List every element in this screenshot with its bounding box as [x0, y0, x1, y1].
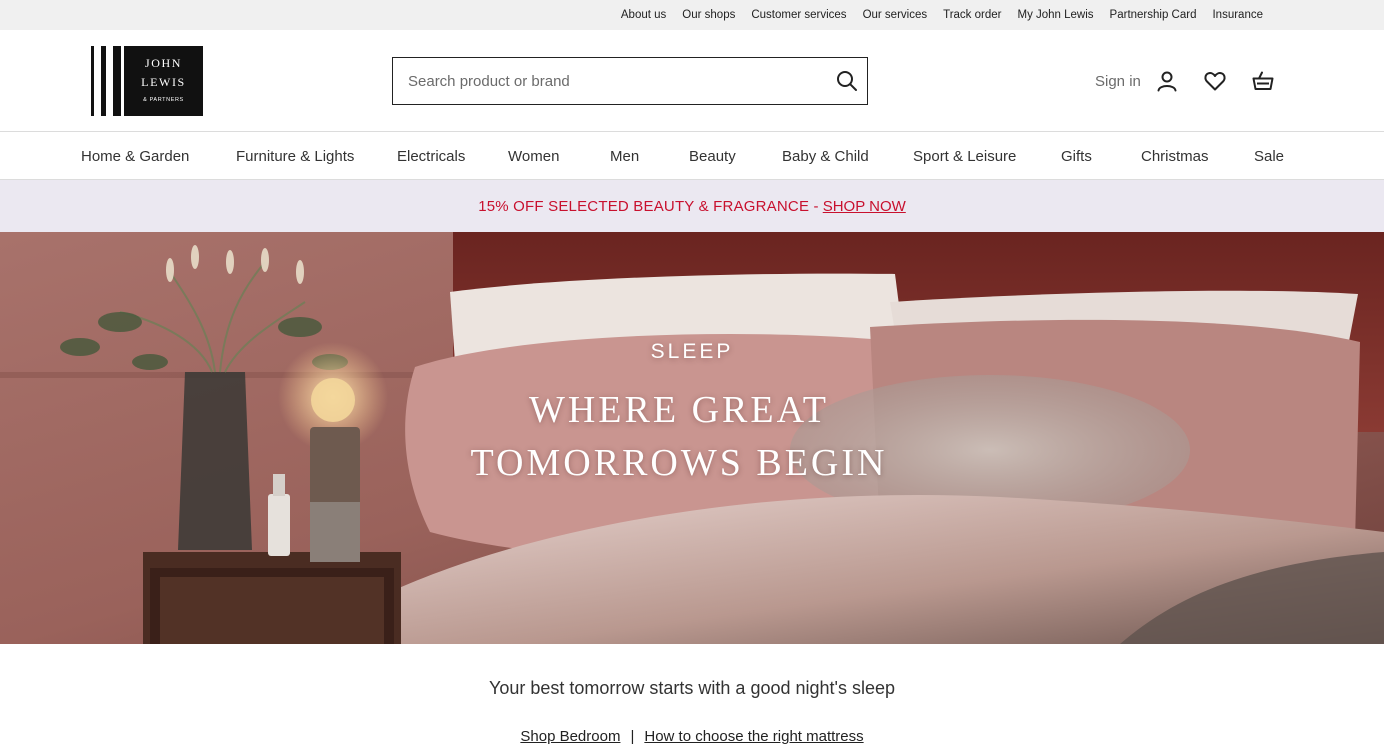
nav-item-home-garden[interactable]: Home & Garden — [81, 133, 189, 179]
nav-item-electricals[interactable]: Electricals — [397, 133, 465, 179]
promo-shop-now-link[interactable]: SHOP NOW — [823, 198, 906, 215]
user-icon[interactable] — [1155, 69, 1179, 93]
util-link-insurance[interactable]: Insurance — [1212, 9, 1263, 21]
util-link-about-us[interactable]: About us — [621, 9, 666, 21]
nav-item-beauty[interactable]: Beauty — [689, 133, 736, 179]
util-link-customer-services[interactable]: Customer services — [751, 9, 846, 21]
site-header: JOHN LEWIS & PARTNERS Sign in — [0, 30, 1384, 132]
main-nav: Home & Garden Furniture & Lights Electri… — [0, 133, 1384, 179]
util-link-our-shops[interactable]: Our shops — [682, 9, 735, 21]
intro-text: Your best tomorrow starts with a good ni… — [489, 678, 895, 698]
basket-icon[interactable] — [1251, 69, 1275, 93]
search-icon[interactable] — [835, 69, 859, 93]
shop-bedroom-link[interactable]: Shop Bedroom — [520, 728, 620, 745]
util-link-our-services[interactable]: Our services — [863, 9, 928, 21]
search-input[interactable] — [393, 58, 823, 104]
account-area: Sign in — [1095, 68, 1275, 94]
nav-item-baby-child[interactable]: Baby & Child — [782, 133, 869, 179]
logo-line-lewis: LEWIS — [141, 75, 186, 89]
heart-icon[interactable] — [1203, 69, 1227, 93]
hero-title: WHERE GREAT TOMORROWS BEGIN — [470, 389, 888, 484]
hero-text: SLEEP WHERE GREAT TOMORROWS BEGIN — [0, 232, 1384, 644]
util-link-track-order[interactable]: Track order — [943, 9, 1001, 21]
nav-item-sale[interactable]: Sale — [1254, 133, 1284, 179]
nav-item-sport-leisure[interactable]: Sport & Leisure — [913, 133, 1016, 179]
category-links: Shop Bedroom | How to choose the right mat… — [0, 728, 1384, 745]
nav-item-gifts[interactable]: Gifts — [1061, 133, 1092, 179]
mattress-guide-link[interactable]: How to choose the right mattress — [644, 728, 863, 745]
promo-text: 15% OFF SELECTED BEAUTY & FRAGRANCE - — [478, 197, 819, 215]
promo-banner: 15% OFF SELECTED BEAUTY & FRAGRANCE - SH… — [0, 179, 1384, 232]
hero-banner[interactable]: SLEEP WHERE GREAT TOMORROWS BEGIN — [0, 232, 1384, 644]
links-separator: | — [630, 728, 635, 745]
nav-item-christmas[interactable]: Christmas — [1141, 133, 1209, 179]
john-lewis-logo[interactable]: JOHN LEWIS & PARTNERS — [91, 46, 203, 116]
search-box — [392, 57, 868, 105]
hero-eyebrow: SLEEP — [650, 340, 734, 363]
nav-item-men[interactable]: Men — [610, 133, 639, 179]
nav-item-women[interactable]: Women — [508, 133, 559, 179]
utility-nav: About us Our shops Customer services Our… — [621, 0, 1263, 30]
nav-item-furniture-lights[interactable]: Furniture & Lights — [236, 133, 354, 179]
logo-line-partners: & PARTNERS — [143, 97, 184, 103]
util-link-partnership-card[interactable]: Partnership Card — [1110, 9, 1197, 21]
util-link-my-john-lewis[interactable]: My John Lewis — [1017, 9, 1093, 21]
utility-bar: About us Our shops Customer services Our… — [0, 0, 1384, 30]
sign-in-link[interactable]: Sign in — [1095, 73, 1141, 90]
logo-line-john: JOHN — [145, 56, 182, 70]
